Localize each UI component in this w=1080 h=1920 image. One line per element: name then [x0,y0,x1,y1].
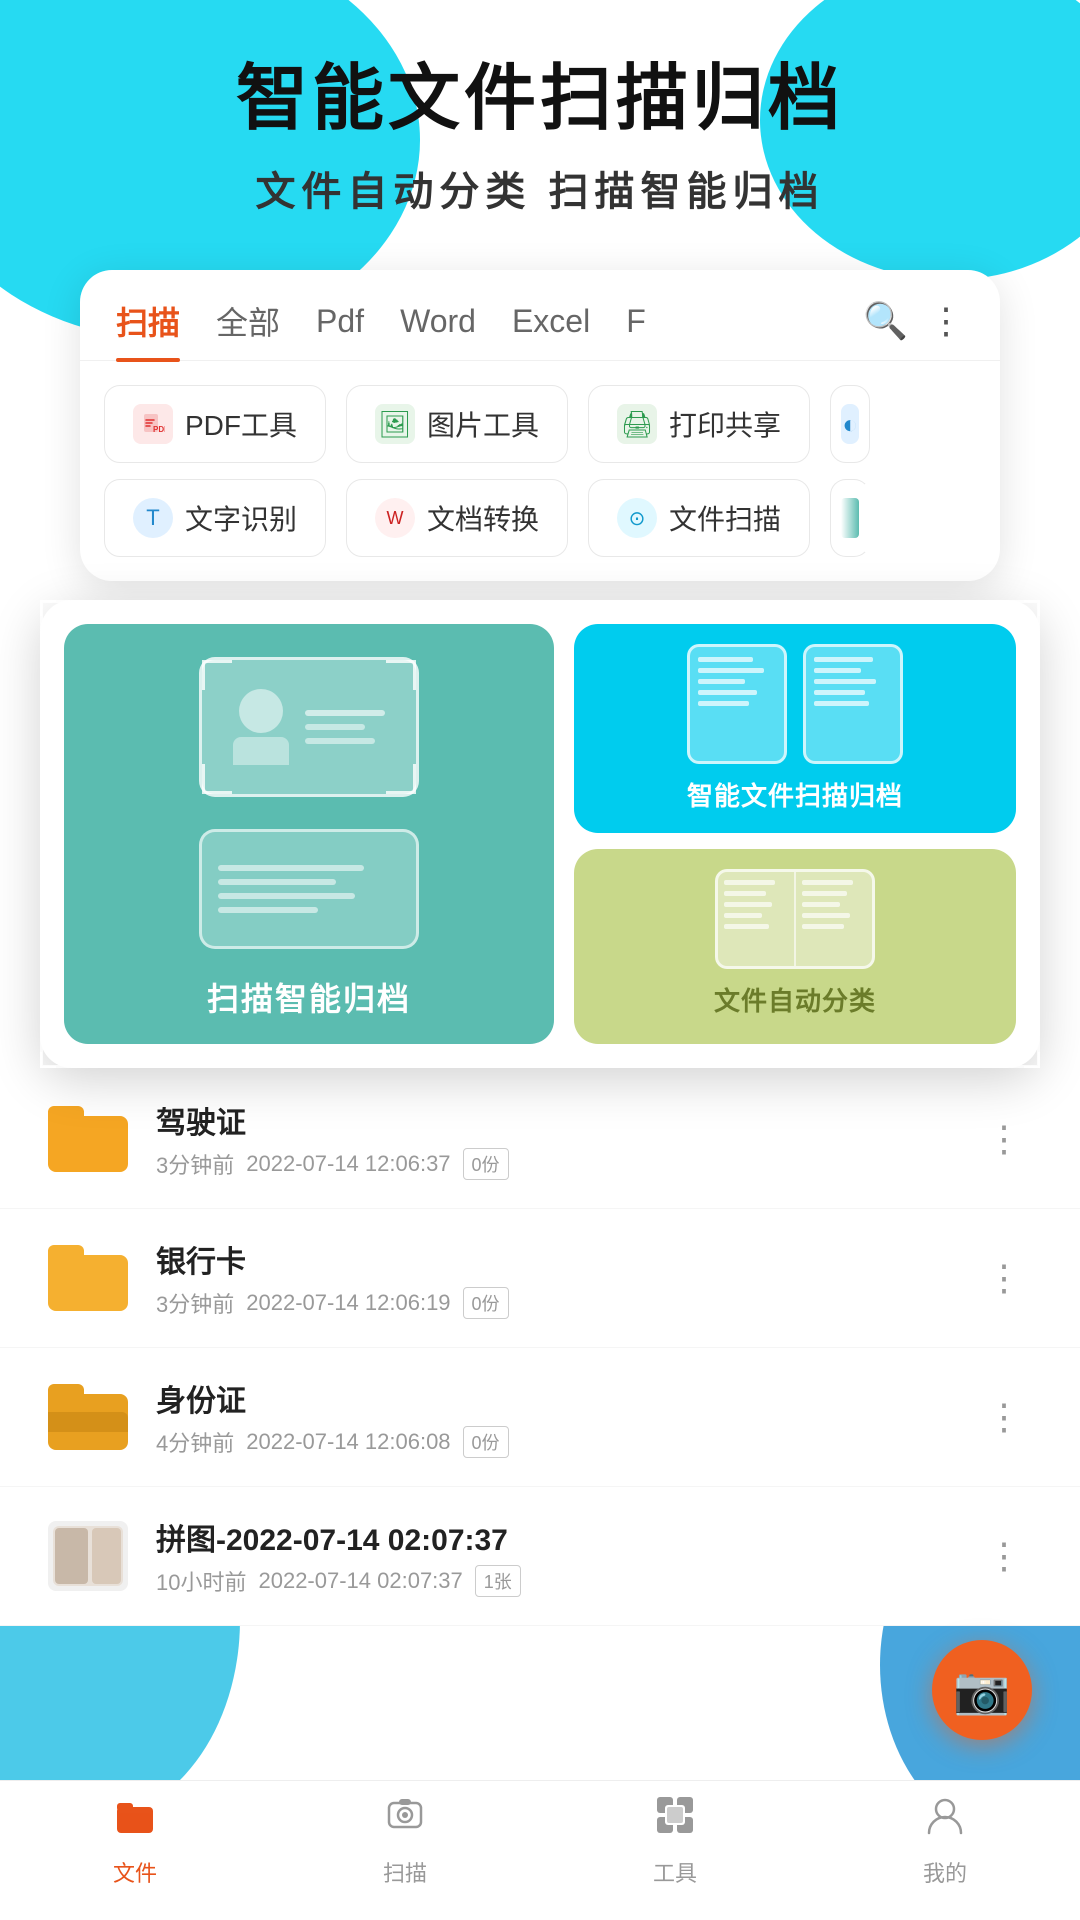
tab-bar: 扫描 全部 Pdf Word Excel F 🔍 ⋮ [80,270,1000,361]
file-meta-1: 3分钟前 2022-07-14 12:06:37 0份 [156,1148,976,1180]
ocr-icon: T [133,498,173,538]
nav-files-icon [113,1793,157,1848]
feature-left-label: 扫描智能归档 [207,974,411,1020]
file-name-1: 驾驶证 [156,1098,976,1142]
feature-right-top-label: 智能文件扫描归档 [687,776,903,813]
app-card: 扫描 全部 Pdf Word Excel F 🔍 ⋮ PDF PDF工具 🖼 图… [80,270,1000,581]
search-icon[interactable]: 🔍 [863,300,908,342]
file-info-3: 身份证 4分钟前 2022-07-14 12:06:08 0份 [156,1376,976,1458]
file-info-1: 驾驶证 3分钟前 2022-07-14 12:06:37 0份 [156,1098,976,1180]
tab-excel[interactable]: Excel [512,303,590,340]
print-tool-label: 打印共享 [669,404,781,444]
file-scan-label: 文件扫描 [669,498,781,538]
nav-item-scan[interactable]: 扫描 [270,1793,540,1888]
more-tool-button[interactable]: ◐ [830,385,870,463]
book-icon [715,869,875,969]
document-scan [199,829,419,949]
partial-icon: ◐ [841,404,859,444]
bottom-nav: 文件 扫描 工具 [0,1780,1080,1920]
more-icon[interactable]: ⋮ [928,300,964,342]
nav-scan-label: 扫描 [383,1856,427,1888]
tool-row-1: PDF PDF工具 🖼 图片工具 🖨 打印共享 ◐ [80,361,1000,479]
ocr-tool-label: 文字识别 [185,498,297,538]
file-meta-2: 3分钟前 2022-07-14 12:06:19 0份 [156,1287,976,1319]
file-item-jiashezheng[interactable]: 驾驶证 3分钟前 2022-07-14 12:06:37 0份 ⋮ [0,1070,1080,1209]
file-name-2: 银行卡 [156,1237,976,1281]
tab-pdf[interactable]: Pdf [316,303,364,340]
nav-mine-label: 我的 [923,1856,967,1888]
doc-icons [687,644,903,764]
svg-text:PDF: PDF [153,425,165,434]
doc-convert-button[interactable]: W 文档转换 [346,479,568,557]
nav-scan-icon [383,1793,427,1848]
header-title: 智能文件扫描归档 [0,60,1080,139]
doc-convert-icon: W [375,498,415,538]
file-scan-icon: ⊙ [617,498,657,538]
file-item-pintu[interactable]: 拼图-2022-07-14 02:07:37 10小时前 2022-07-14 … [0,1487,1080,1626]
doc-convert-label: 文档转换 [427,498,539,538]
more-tool-button-2[interactable] [830,479,870,557]
camera-fab-icon: 📷 [953,1663,1010,1718]
file-list: 驾驶证 3分钟前 2022-07-14 12:06:37 0份 ⋮ 银行卡 3分… [0,1070,1080,1626]
file-item-shenfenzheng[interactable]: 身份证 4分钟前 2022-07-14 12:06:08 0份 ⋮ [0,1348,1080,1487]
nav-item-tools[interactable]: 工具 [540,1793,810,1888]
pdf-tool-button[interactable]: PDF PDF工具 [104,385,326,463]
file-more-4[interactable]: ⋮ [976,1525,1032,1587]
pdf-tool-label: PDF工具 [185,404,297,444]
ocr-tool-button[interactable]: T 文字识别 [104,479,326,557]
partial-right [841,498,859,538]
camera-fab-button[interactable]: 📷 [932,1640,1032,1740]
file-name-4: 拼图-2022-07-14 02:07:37 [156,1515,976,1559]
nav-mine-icon [923,1793,967,1848]
image-tool-label: 图片工具 [427,404,539,444]
feature-popup: 扫描智能归档 [40,600,1040,1068]
tab-word[interactable]: Word [400,303,476,340]
nav-files-label: 文件 [113,1856,157,1888]
doc-icon-2 [803,644,903,764]
folder-icon-3 [48,1382,128,1452]
nav-item-mine[interactable]: 我的 [810,1793,1080,1888]
tab-all[interactable]: 全部 [216,298,280,344]
file-info-4: 拼图-2022-07-14 02:07:37 10小时前 2022-07-14 … [156,1515,976,1597]
file-thumbnail-4 [48,1521,128,1591]
feature-scan-archive[interactable]: 扫描智能归档 [64,624,554,1044]
file-meta-4: 10小时前 2022-07-14 02:07:37 1张 [156,1565,976,1597]
doc-icon-1 [687,644,787,764]
nav-tools-label: 工具 [653,1856,697,1888]
print-tool-button[interactable]: 🖨 打印共享 [588,385,810,463]
feature-smart-scan[interactable]: 智能文件扫描归档 [574,624,1016,833]
feature-auto-classify[interactable]: 文件自动分类 [574,849,1016,1044]
header-subtitle: 文件自动分类 扫描智能归档 [0,159,1080,217]
folder-icon-1 [48,1104,128,1174]
image-tool-button[interactable]: 🖼 图片工具 [346,385,568,463]
image-icon: 🖼 [375,404,415,444]
tab-f[interactable]: F [626,303,646,340]
feature-right-bottom-label: 文件自动分类 [714,981,876,1018]
file-more-1[interactable]: ⋮ [976,1108,1032,1170]
nav-tools-icon [653,1793,697,1848]
file-name-3: 身份证 [156,1376,976,1420]
file-item-yinhangka[interactable]: 银行卡 3分钟前 2022-07-14 12:06:19 0份 ⋮ [0,1209,1080,1348]
file-scan-button[interactable]: ⊙ 文件扫描 [588,479,810,557]
file-more-3[interactable]: ⋮ [976,1386,1032,1448]
file-info-2: 银行卡 3分钟前 2022-07-14 12:06:19 0份 [156,1237,976,1319]
tab-scan[interactable]: 扫描 [116,298,180,344]
folder-icon-2 [48,1243,128,1313]
tool-row-2: T 文字识别 W 文档转换 ⊙ 文件扫描 [80,479,1000,581]
nav-item-files[interactable]: 文件 [0,1793,270,1888]
id-card-scan [199,657,419,797]
file-more-2[interactable]: ⋮ [976,1247,1032,1309]
feature-right-panel: 智能文件扫描归档 文件自动分类 [574,624,1016,1044]
file-meta-3: 4分钟前 2022-07-14 12:06:08 0份 [156,1426,976,1458]
pdf-icon: PDF [133,404,173,444]
print-icon: 🖨 [617,404,657,444]
header: 智能文件扫描归档 文件自动分类 扫描智能归档 [0,60,1080,217]
